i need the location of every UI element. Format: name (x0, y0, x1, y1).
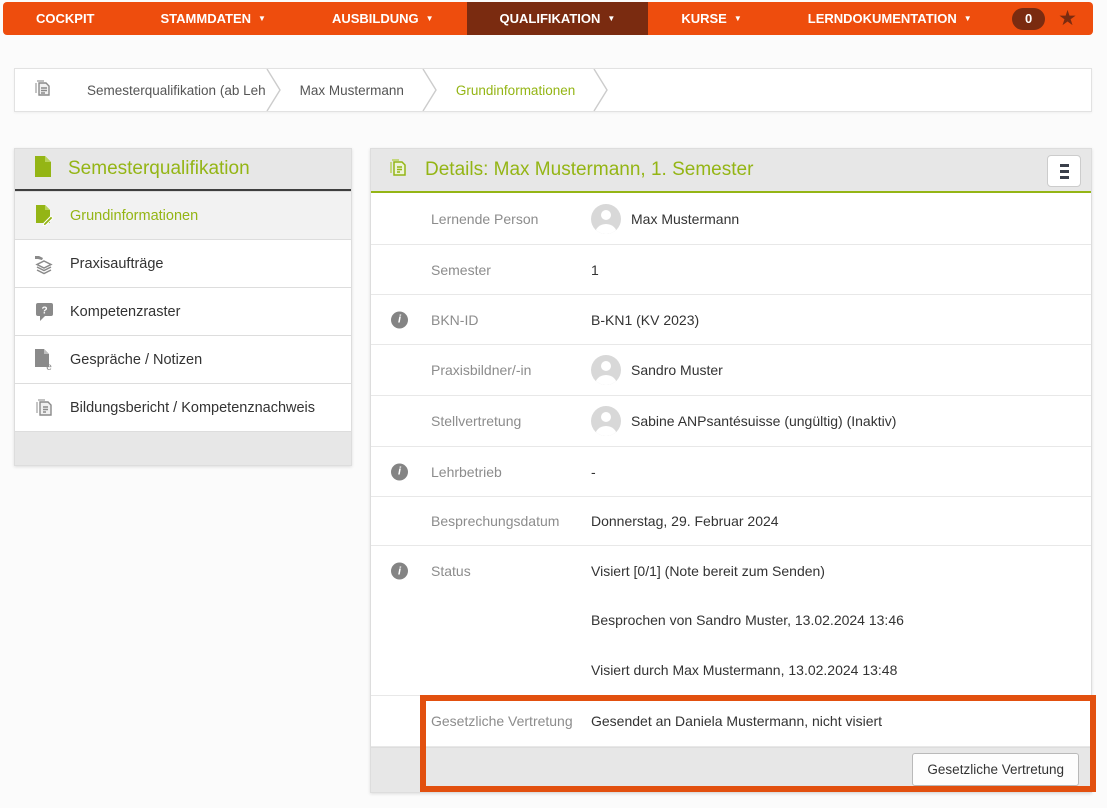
nav-item-label: LERNDOKUMENTATION (808, 11, 957, 26)
status-line: Besprochen von Sandro Muster, 13.02.2024… (591, 596, 904, 646)
sidebar-semesterqualifikation: Semesterqualifikation Grundinformationen… (14, 148, 352, 466)
nav-item-ausbildung[interactable]: AUSBILDUNG ▼ (299, 2, 467, 35)
detail-row-status: i Status Visiert [0/1] (Note bereit zum … (371, 546, 1091, 696)
gesetzliche-vertretung-button[interactable]: Gesetzliche Vertretung (912, 753, 1079, 786)
sidebar-item-label: Praxisaufträge (70, 256, 164, 272)
more-options-button[interactable] (1047, 155, 1081, 187)
breadcrumb-separator-icon (422, 68, 438, 112)
top-navigation-bar: COCKPIT STAMMDATEN ▼ AUSBILDUNG ▼ QUALIF… (3, 2, 1093, 35)
pages-icon (388, 157, 409, 183)
row-value: Sabine ANPsantésuisse (ungültig) (Inakti… (631, 413, 896, 429)
row-value: Gesendet an Daniela Mustermann, nicht vi… (591, 713, 882, 729)
nav-item-label: QUALIFIKATION (500, 11, 601, 26)
details-title: Details: Max Mustermann, 1. Semester (425, 159, 753, 181)
info-icon[interactable]: i (391, 463, 408, 480)
breadcrumb-item-semesterqualifikation[interactable]: Semesterqualifikation (ab Leh (69, 83, 266, 98)
nav-right-cluster: 0 ★ (1012, 2, 1093, 35)
sidebar-item-label: Kompetenzraster (70, 304, 180, 320)
status-line: Visiert [0/1] (Note bereit zum Senden) (591, 546, 904, 596)
notification-badge[interactable]: 0 (1012, 8, 1045, 30)
row-label: Lernende Person (371, 211, 591, 227)
sidebar-item-bildungsbericht[interactable]: Bildungsbericht / Kompetenznachweis (15, 383, 351, 431)
details-footer: Gesetzliche Vertretung (371, 747, 1091, 792)
detail-row-gesetzliche-vertretung: Gesetzliche Vertretung Gesendet an Danie… (371, 696, 1091, 747)
row-value: Sandro Muster (631, 362, 723, 378)
detail-row-lehrbetrieb: i Lehrbetrieb - (371, 447, 1091, 497)
row-value: 1 (591, 262, 599, 278)
breadcrumb-separator-icon (593, 68, 609, 112)
sidebar-footer (15, 431, 351, 465)
hand-layers-icon (33, 253, 55, 275)
breadcrumb: Semesterqualifikation (ab Leh Max Muster… (14, 68, 1092, 112)
nav-item-kurse[interactable]: KURSE ▼ (648, 2, 774, 35)
nav-item-label: STAMMDATEN (161, 11, 252, 26)
chevron-down-icon: ▼ (964, 14, 972, 23)
pages-icon (33, 78, 53, 103)
sidebar-item-label: Gespräche / Notizen (70, 352, 202, 368)
chevron-down-icon: ▼ (426, 14, 434, 23)
detail-row-semester: Semester 1 (371, 245, 1091, 295)
sidebar-header: Semesterqualifikation (15, 149, 351, 191)
row-value: - (591, 464, 596, 480)
chevron-down-icon: ▼ (734, 14, 742, 23)
breadcrumb-item-grundinformationen[interactable]: Grundinformationen (438, 83, 593, 98)
row-label: Semester (371, 262, 591, 278)
avatar (591, 355, 621, 385)
row-label: Gesetzliche Vertretung (371, 713, 591, 729)
sidebar-item-praxisauftraege[interactable]: Praxisaufträge (15, 239, 351, 287)
chevron-down-icon: ▼ (607, 14, 615, 23)
file-note-icon: e (33, 349, 55, 371)
kebab-menu-icon (1060, 164, 1069, 167)
file-icon (34, 156, 51, 182)
status-line: Visiert durch Max Mustermann, 13.02.2024… (591, 645, 904, 695)
pages-icon (33, 397, 55, 418)
detail-row-lernende-person: Lernende Person Max Mustermann (371, 193, 1091, 245)
info-icon[interactable]: i (391, 311, 408, 328)
row-value: B-KN1 (KV 2023) (591, 312, 699, 328)
detail-row-besprechungsdatum: Besprechungsdatum Donnerstag, 29. Februa… (371, 497, 1091, 546)
nav-item-stammdaten[interactable]: STAMMDATEN ▼ (128, 2, 299, 35)
sidebar-item-label: Grundinformationen (70, 208, 198, 224)
row-value: Max Mustermann (631, 211, 739, 227)
row-label: Praxisbildner/-in (371, 362, 591, 378)
sidebar-item-label: Bildungsbericht / Kompetenznachweis (70, 400, 315, 416)
row-label: Stellvertretung (371, 413, 591, 429)
file-edit-icon (33, 205, 55, 226)
nav-item-label: AUSBILDUNG (332, 11, 419, 26)
star-icon[interactable]: ★ (1058, 8, 1077, 29)
chevron-down-icon: ▼ (258, 14, 266, 23)
nav-item-lerndokumentation[interactable]: LERNDOKUMENTATION ▼ (775, 2, 1005, 35)
row-label: Besprechungsdatum (371, 513, 591, 529)
row-value: Donnerstag, 29. Februar 2024 (591, 513, 779, 529)
details-panel: Details: Max Mustermann, 1. Semester Ler… (370, 148, 1092, 793)
sidebar-item-grundinformationen[interactable]: Grundinformationen (15, 191, 351, 239)
svg-text:e: e (46, 362, 52, 371)
detail-row-praxisbildner: Praxisbildner/-in Sandro Muster (371, 345, 1091, 396)
svg-text:?: ? (41, 305, 47, 316)
question-bubble-icon: ? (33, 302, 55, 322)
sidebar-item-kompetenzraster[interactable]: ? Kompetenzraster (15, 287, 351, 335)
sidebar-title: Semesterqualifikation (68, 158, 250, 180)
detail-row-bkn-id: i BKN-ID B-KN1 (KV 2023) (371, 295, 1091, 345)
nav-item-label: COCKPIT (36, 11, 95, 26)
detail-row-stellvertretung: Stellvertretung Sabine ANPsantésuisse (u… (371, 396, 1091, 447)
info-icon[interactable]: i (391, 563, 408, 580)
nav-item-qualifikation[interactable]: QUALIFIKATION ▼ (467, 2, 649, 35)
details-header: Details: Max Mustermann, 1. Semester (371, 149, 1091, 193)
nav-item-label: KURSE (681, 11, 727, 26)
nav-item-cockpit[interactable]: COCKPIT (3, 2, 128, 35)
sidebar-item-gespraeche-notizen[interactable]: e Gespräche / Notizen (15, 335, 351, 383)
avatar (591, 204, 621, 234)
breadcrumb-item-max-mustermann[interactable]: Max Mustermann (282, 83, 422, 98)
avatar (591, 406, 621, 436)
breadcrumb-separator-icon (266, 68, 282, 112)
